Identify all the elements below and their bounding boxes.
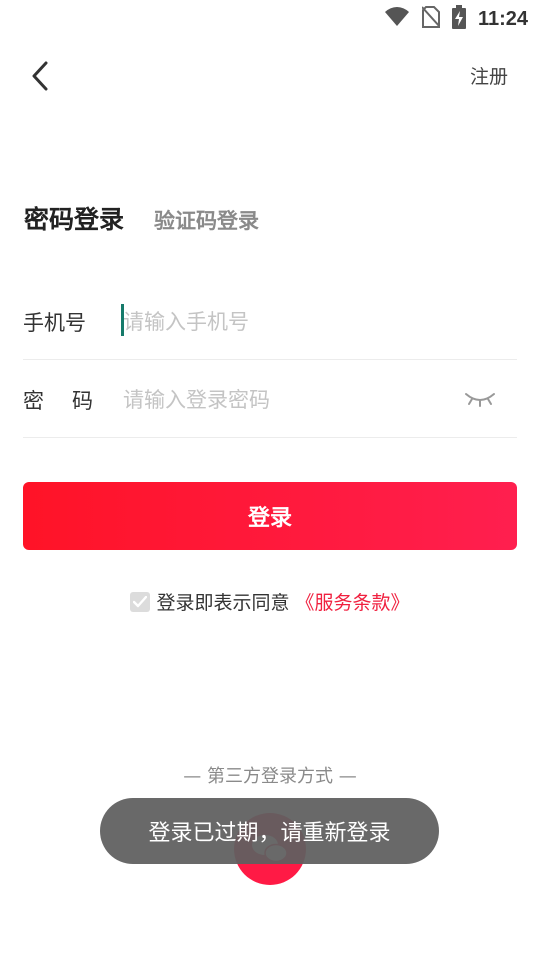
phone-input[interactable] xyxy=(123,301,517,342)
status-time: 11:24 xyxy=(477,7,528,30)
password-visibility-toggle[interactable] xyxy=(463,388,497,412)
login-button[interactable]: 登录 xyxy=(23,482,517,550)
login-form: 手机号 密码 xyxy=(23,284,517,438)
toast-message: 登录已过期，请重新登录 xyxy=(100,798,439,864)
login-screen: 11:24 注册 密码登录 验证码登录 手机号 密码 xyxy=(0,0,540,960)
phone-label: 手机号 xyxy=(23,310,86,335)
third-party-label: — 第三方登录方式 — xyxy=(183,766,357,787)
status-icons: 11:24 xyxy=(384,5,528,33)
wifi-icon xyxy=(384,7,410,31)
battery-charging-icon xyxy=(451,5,466,33)
back-button[interactable] xyxy=(22,56,58,96)
password-row: 密码 xyxy=(23,362,517,438)
text-caret xyxy=(121,304,124,336)
terms-link[interactable]: 《服务条款》 xyxy=(296,588,410,615)
login-tabs: 密码登录 验证码登录 xyxy=(24,200,259,236)
agreement-text: 登录即表示同意 xyxy=(156,592,290,614)
chevron-left-icon xyxy=(32,61,48,91)
no-sim-icon xyxy=(421,6,441,32)
checkmark-icon xyxy=(133,595,148,607)
agreement-checkbox[interactable] xyxy=(130,591,151,612)
register-link[interactable]: 注册 xyxy=(470,62,508,89)
password-input[interactable] xyxy=(123,379,517,420)
password-label: 密码 xyxy=(23,388,121,413)
status-bar: 11:24 xyxy=(0,0,540,36)
tab-password-login[interactable]: 密码登录 xyxy=(24,200,124,236)
agreement-row: 登录即表示同意 《服务条款》 xyxy=(0,588,540,615)
tab-code-login[interactable]: 验证码登录 xyxy=(154,205,259,236)
eye-closed-icon xyxy=(465,393,495,407)
phone-row: 手机号 xyxy=(23,284,517,360)
